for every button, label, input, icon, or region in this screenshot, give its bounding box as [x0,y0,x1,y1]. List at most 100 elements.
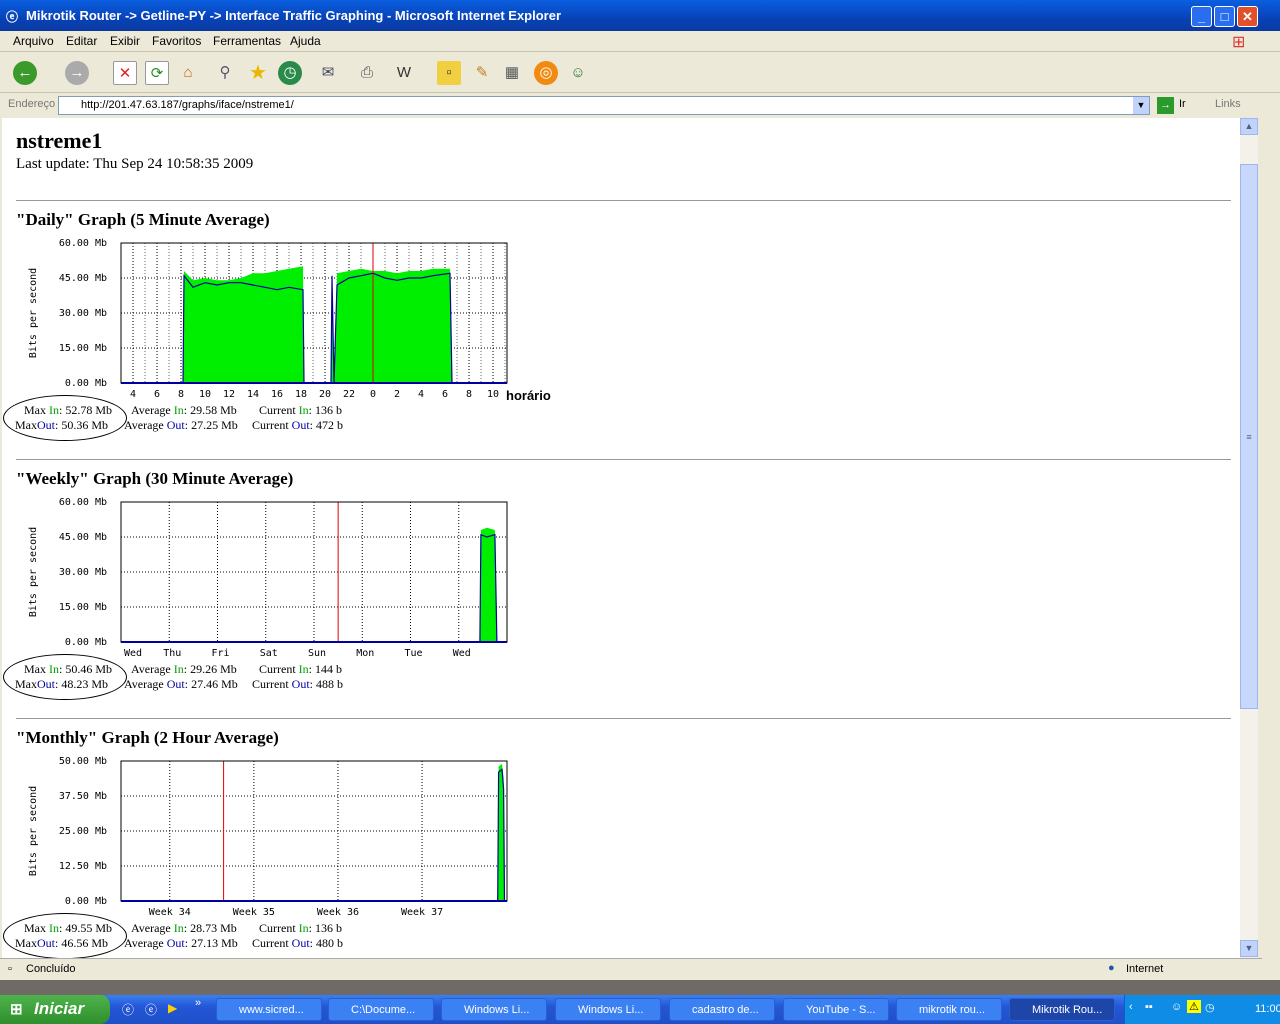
current-in-stat: Current In: 144 b [259,662,342,676]
back-icon[interactable]: ← [13,61,37,85]
close-button[interactable]: ✕ [1237,6,1258,27]
task-button[interactable]: Windows Li... [441,998,547,1021]
task-button[interactable]: mikrotik rou... [896,998,1002,1021]
stat-part: In [173,403,184,417]
task-button-active[interactable]: Mikrotik Rou... [1009,998,1115,1021]
stat-part: 28.73 Mb [190,921,237,935]
quicklaunch-ie2-icon[interactable]: ⓔ [145,1001,157,1018]
stop-icon[interactable]: ✕ [113,61,137,85]
task-button[interactable]: Windows Li... [555,998,661,1021]
address-input[interactable]: http://201.47.63.187/graphs/iface/nstrem… [58,96,1150,115]
stat-part: Current [252,418,289,432]
scroll-thumb[interactable]: ≡ [1240,164,1258,709]
x-tick-label: Sun [308,648,326,659]
maximize-button[interactable]: □ [1214,6,1235,27]
stat-part: Out [291,936,310,950]
quicklaunch-ie-icon[interactable]: ⓔ [122,1001,134,1018]
y-tick-label: 45.00 Mb [59,273,107,284]
menu-exibir[interactable]: Exibir [110,34,140,48]
y-axis-label: Bits per second [28,527,39,617]
stat-part: 29.58 Mb [190,403,237,417]
search-icon[interactable]: ⚲ [213,61,237,85]
menu-arquivo[interactable]: Arquivo [13,34,54,48]
menu-ajuda[interactable]: Ajuda [290,34,321,48]
vertical-scrollbar[interactable]: ▲ ≡ ▼ [1240,118,1258,958]
tray-warning-icon[interactable]: ⚠ [1187,1000,1201,1013]
tray-expand-icon[interactable]: ‹ [1129,1001,1133,1013]
radio-icon[interactable]: ◎ [534,61,558,85]
mail-icon[interactable]: ✉ [316,61,340,85]
x-tick-label: 0 [370,389,376,400]
forward-icon[interactable]: → [65,61,89,85]
print-icon[interactable]: ⎙ [355,61,379,85]
menu-ferramentas[interactable]: Ferramentas [213,34,281,48]
go-icon[interactable]: → [1157,97,1174,114]
stat-part: In [298,921,309,935]
page-title: nstreme1 [16,128,103,153]
menu-favoritos[interactable]: Favoritos [152,34,201,48]
quicklaunch-more-icon[interactable]: » [195,997,201,1009]
scroll-up-button[interactable]: ▲ [1240,118,1258,135]
windows-logo-icon: ⊞ [1232,34,1246,51]
scroll-down-button[interactable]: ▼ [1240,940,1258,957]
task-button[interactable]: C:\Docume... [328,998,434,1021]
x-tick-label: Sat [260,648,278,659]
current-out-stat: Current Out: 472 b [252,418,343,432]
task-button[interactable]: www.sicred... [216,998,322,1021]
tray-clock-icon[interactable]: ◷ [1205,1001,1215,1014]
minimize-button[interactable]: _ [1191,6,1212,27]
last-update: Last update: Thu Sep 24 10:58:35 2009 [16,156,254,172]
stat-part: 472 b [316,418,343,432]
x-tick-label: Week 35 [233,907,275,918]
stat-part: Average [124,677,164,691]
y-tick-label: 0.00 Mb [65,896,107,907]
task-button[interactable]: YouTube - S... [783,998,889,1021]
messenger-icon[interactable]: ☺ [566,61,590,85]
stat-part: Out [166,936,185,950]
stat-part: 27.46 Mb [191,677,238,691]
home-icon[interactable]: ⌂ [176,61,200,85]
stat-part: 488 b [316,677,343,691]
y-tick-label: 30.00 Mb [59,567,107,578]
start-button[interactable]: ⊞ Iniciar [0,995,110,1024]
stat-part: Current [259,662,296,676]
graph-title: "Weekly" Graph (30 Minute Average) [16,469,294,488]
favorites-icon[interactable]: ★ [246,61,270,85]
go-button[interactable]: Ir [1179,98,1186,110]
stat-part: Average [124,418,164,432]
stat-part: 144 b [315,662,342,676]
traffic-graph: 0.00 Mb 12.50 Mb 25.00 Mb 37.50 Mb 50.00 Mb W… [28,756,508,918]
x-tick-label: 8 [466,389,472,400]
x-tick-label: 20 [319,389,331,400]
edit-icon[interactable]: W [392,61,416,85]
x-tick-label: 16 [271,389,283,400]
research-icon[interactable]: ✎ [470,61,494,85]
task-button[interactable]: cadastro de... [669,998,775,1021]
graph-title: "Monthly" Graph (2 Hour Average) [16,728,279,747]
menu-editar[interactable]: Editar [66,34,97,48]
history-icon[interactable]: ◷ [278,61,302,85]
y-tick-label: 0.00 Mb [65,378,107,389]
y-tick-label: 25.00 Mb [59,826,107,837]
address-dropdown-icon[interactable]: ▼ [1133,97,1149,114]
refresh-icon[interactable]: ⟳ [145,61,169,85]
current-out-stat: Current Out: 488 b [252,677,343,691]
stat-part: 136 b [315,921,342,935]
y-axis-label: Bits per second [28,268,39,358]
links-button[interactable]: Links [1215,98,1241,110]
current-in-stat: Current In: 136 b [259,921,342,935]
average-out-stat: Average Out: 27.13 Mb [124,936,238,950]
tray-network-icon[interactable]: ▪▪ [1145,1001,1153,1013]
y-tick-label: 60.00 Mb [59,497,107,508]
quicklaunch-media-icon[interactable]: ▶ [168,1001,177,1015]
media-icon[interactable]: ▦ [500,61,524,85]
x-tick-label: 10 [487,389,499,400]
tray-users-icon[interactable]: ☺ [1171,1001,1182,1013]
toolbar: ← → ✕ ⟳ ⌂ ⚲ ★ ◷ ✉ ⎙ W ▫ ✎ ▦ ◎ ☺ [0,53,1280,93]
discuss-icon[interactable]: ▫ [437,61,461,85]
page-icon: ▫ [8,963,12,975]
menu-bar: Arquivo Editar Exibir Favoritos Ferramen… [0,31,1280,52]
y-tick-label: 15.00 Mb [59,343,107,354]
status-bar: ▫ Concluído ● Internet [0,958,1262,980]
stat-part: Average [131,662,171,676]
